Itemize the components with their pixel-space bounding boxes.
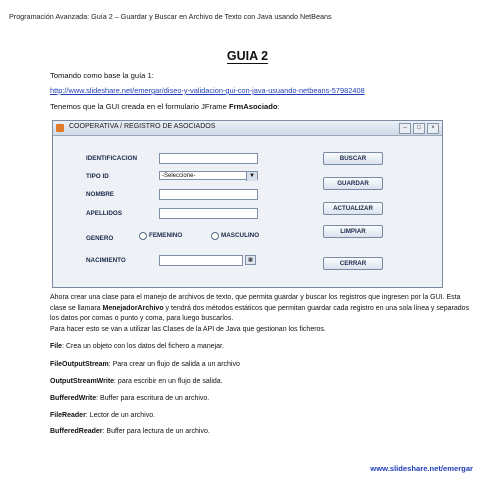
definition-item: BufferedReader: Buffer para lectura de u… xyxy=(50,428,210,435)
window-titlebar: COOPERATIVA / REGISTRO DE ASOCIADOS – □ … xyxy=(53,121,442,136)
maximize-icon[interactable]: □ xyxy=(413,123,425,134)
nombre-input[interactable] xyxy=(159,189,258,200)
actualizar-button[interactable]: ACTUALIZAR xyxy=(323,202,383,215)
label-identificacion: IDENTIFICACION xyxy=(86,155,138,162)
embedded-form-window: COOPERATIVA / REGISTRO DE ASOCIADOS – □ … xyxy=(52,120,443,288)
document-title-text: GUIA 2 xyxy=(226,49,269,64)
definition-term: FileOutputStream xyxy=(50,361,109,368)
gui-description-suffix: : xyxy=(277,102,280,111)
definition-desc: : Buffer para lectura de un archivo. xyxy=(102,428,210,435)
definition-desc: : Para crear un flujo de salida a un arc… xyxy=(108,361,240,368)
minimize-icon[interactable]: – xyxy=(399,123,411,134)
class-name: MenejadorArchivo xyxy=(102,304,164,312)
radio-femenino[interactable] xyxy=(139,232,147,240)
definition-desc: : Lector de un archivo. xyxy=(85,412,156,419)
label-apellidos: APELLIDOS xyxy=(86,210,123,217)
nacimiento-input[interactable] xyxy=(159,255,243,266)
apellidos-input[interactable] xyxy=(159,208,258,219)
form-name: FrmAsociado xyxy=(228,102,278,111)
tipo-id-selected-value: -Seleccione- xyxy=(162,173,196,179)
buscar-button[interactable]: BUSCAR xyxy=(323,152,383,165)
definition-desc: : para escribir en un flujo de salida. xyxy=(114,378,223,385)
definition-item: BufferedWrite: Buffer para escritura de … xyxy=(50,395,209,402)
window-controls: – □ × xyxy=(399,123,439,134)
definition-term: BufferedWrite xyxy=(50,395,97,402)
definition-term: FileReader xyxy=(50,412,86,419)
document-header: Programación Avanzada: Guía 2 – Guardar … xyxy=(9,12,332,21)
guide-link[interactable]: http://www.slideshare.net/emergar/diseo-… xyxy=(50,86,365,95)
label-nacimiento: NACIMIENTO xyxy=(86,257,126,264)
radio-femenino-label: FEMENINO xyxy=(149,232,183,239)
paragraph-api: Para hacer esto se van a utilizar las Cl… xyxy=(50,326,326,333)
intro-text: Tomando como base la guía 1: xyxy=(50,71,154,80)
definition-item: FileOutputStream: Para crear un flujo de… xyxy=(50,361,240,368)
label-nombre: NOMBRE xyxy=(86,191,114,198)
definition-term: OutputStreamWrite xyxy=(50,378,115,385)
definition-desc: : Buffer para escritura de un archivo. xyxy=(96,395,210,402)
label-genero: GENERO xyxy=(86,235,114,242)
radio-masculino[interactable] xyxy=(211,232,219,240)
calendar-icon[interactable]: ▦ xyxy=(245,255,256,265)
radio-masculino-label: MASCULINO xyxy=(221,232,260,239)
footer-link[interactable]: www.slideshare.net/emergar xyxy=(370,464,473,473)
app-icon xyxy=(56,124,64,132)
window-title: COOPERATIVA / REGISTRO DE ASOCIADOS xyxy=(69,123,216,130)
gui-description-prefix: Tenemos que la GUI creada en el formular… xyxy=(50,102,229,111)
label-tipo-id: TIPO ID xyxy=(86,173,109,180)
definition-term: File xyxy=(50,343,63,350)
definition-item: File: Crea un objeto con los datos del f… xyxy=(50,343,224,350)
definition-item: OutputStreamWrite: para escribir en un f… xyxy=(50,378,223,385)
document-title: GUIA 2 xyxy=(0,49,495,64)
guardar-button[interactable]: GUARDAR xyxy=(323,177,383,190)
definition-item: FileReader: Lector de un archivo. xyxy=(50,412,155,419)
definition-term: BufferedReader xyxy=(50,428,103,435)
definition-desc: : Crea un objeto con los datos del fiche… xyxy=(62,343,224,350)
gui-description: Tenemos que la GUI creada en el formular… xyxy=(50,102,280,111)
form-panel: IDENTIFICACION TIPO ID NOMBRE APELLIDOS … xyxy=(53,136,442,287)
chevron-down-icon[interactable]: ▼ xyxy=(246,172,257,181)
identificacion-input[interactable] xyxy=(159,153,258,164)
close-icon[interactable]: × xyxy=(427,123,439,134)
limpiar-button[interactable]: LIMPIAR xyxy=(323,225,383,238)
cerrar-button[interactable]: CERRAR xyxy=(323,257,383,270)
paragraph-class-description: Ahora crear una clase para el manejo de … xyxy=(50,293,470,325)
tipo-id-select[interactable]: -Seleccione- ▼ xyxy=(159,171,258,181)
